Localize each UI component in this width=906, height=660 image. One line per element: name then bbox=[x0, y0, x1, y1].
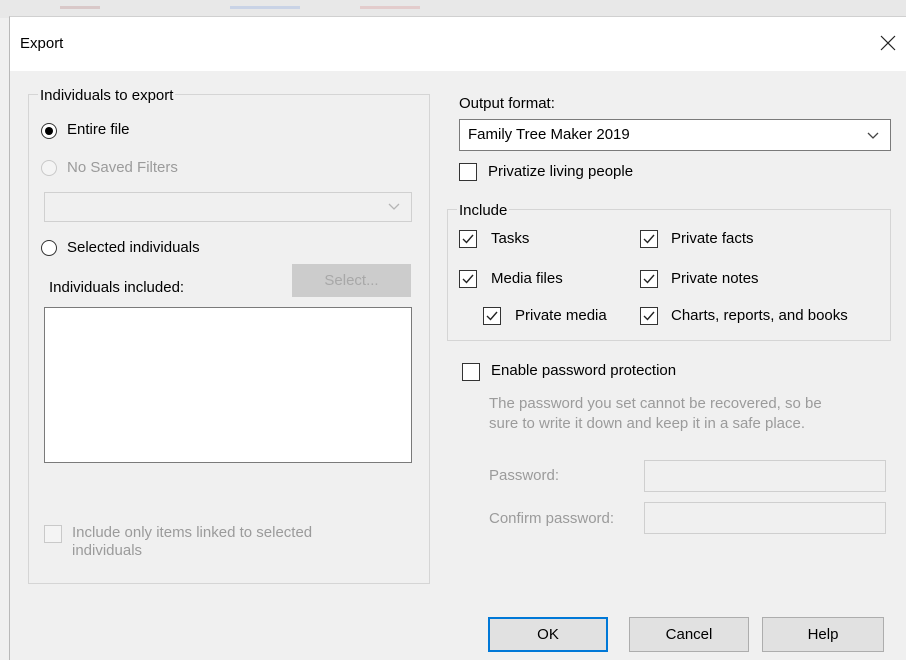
help-button[interactable]: Help bbox=[762, 617, 884, 652]
output-format-dropdown[interactable]: Family Tree Maker 2019 bbox=[459, 119, 891, 151]
enable-password-label[interactable]: Enable password protection bbox=[491, 362, 676, 379]
individuals-list[interactable] bbox=[44, 307, 412, 463]
confirm-password-field[interactable] bbox=[644, 502, 886, 534]
password-note-line1: The password you set cannot be recovered… bbox=[489, 395, 822, 412]
dialog-title: Export bbox=[20, 35, 64, 52]
individuals-included-label: Individuals included: bbox=[49, 279, 185, 296]
include-linked-checkbox[interactable] bbox=[44, 525, 62, 543]
privatize-checkbox[interactable] bbox=[459, 163, 477, 181]
entire-file-radio[interactable] bbox=[41, 123, 57, 139]
select-button[interactable]: Select... bbox=[292, 264, 411, 297]
password-label: Password: bbox=[489, 467, 560, 484]
output-format-value: Family Tree Maker 2019 bbox=[468, 126, 630, 143]
private-media-label[interactable]: Private media bbox=[515, 307, 607, 324]
password-note-line2: sure to write it down and keep it in a s… bbox=[489, 415, 806, 432]
private-media-checkbox[interactable] bbox=[483, 307, 501, 325]
close-button[interactable] bbox=[872, 27, 904, 59]
tasks-checkbox[interactable] bbox=[459, 230, 477, 248]
checkmark-icon bbox=[486, 311, 498, 321]
entire-file-label[interactable]: Entire file bbox=[67, 121, 130, 138]
private-facts-checkbox[interactable] bbox=[640, 230, 658, 248]
private-notes-checkbox[interactable] bbox=[640, 270, 658, 288]
title-bar: Export bbox=[10, 17, 906, 71]
chevron-down-icon bbox=[388, 203, 400, 210]
charts-reports-checkbox[interactable] bbox=[640, 307, 658, 325]
confirm-password-label: Confirm password: bbox=[489, 510, 615, 527]
chevron-down-icon bbox=[867, 132, 879, 139]
password-note: The password you set cannot be recovered… bbox=[489, 394, 822, 434]
checkmark-icon bbox=[643, 311, 655, 321]
cancel-button[interactable]: Cancel bbox=[629, 617, 749, 652]
selected-individuals-label[interactable]: Selected individuals bbox=[67, 239, 200, 256]
output-format-label: Output format: bbox=[459, 95, 555, 112]
saved-filters-radio[interactable] bbox=[41, 160, 57, 176]
checkmark-icon bbox=[462, 274, 474, 284]
checkmark-icon bbox=[462, 234, 474, 244]
saved-filter-dropdown[interactable] bbox=[44, 192, 412, 222]
checkmark-icon bbox=[643, 274, 655, 284]
private-notes-label[interactable]: Private notes bbox=[671, 270, 759, 287]
password-field[interactable] bbox=[644, 460, 886, 492]
private-facts-label[interactable]: Private facts bbox=[671, 230, 754, 247]
charts-reports-label[interactable]: Charts, reports, and books bbox=[671, 307, 848, 324]
privatize-label[interactable]: Privatize living people bbox=[488, 163, 633, 180]
include-linked-label-line1: Include only items linked to selected bbox=[72, 524, 313, 541]
individuals-group-label: Individuals to export bbox=[38, 87, 176, 104]
include-linked-label-line2: individuals bbox=[72, 542, 143, 559]
media-files-checkbox[interactable] bbox=[459, 270, 477, 288]
checkmark-icon bbox=[643, 234, 655, 244]
saved-filters-label: No Saved Filters bbox=[67, 159, 178, 176]
include-linked-label: Include only items linked to selected in… bbox=[72, 524, 312, 560]
enable-password-checkbox[interactable] bbox=[462, 363, 480, 381]
ok-button[interactable]: OK bbox=[488, 617, 608, 652]
include-group-label: Include bbox=[457, 202, 510, 219]
selected-individuals-radio[interactable] bbox=[41, 240, 57, 256]
close-icon bbox=[880, 35, 896, 51]
media-files-label[interactable]: Media files bbox=[491, 270, 563, 287]
tasks-label[interactable]: Tasks bbox=[491, 230, 529, 247]
export-dialog: Export Individuals to export Entire file… bbox=[9, 16, 906, 660]
